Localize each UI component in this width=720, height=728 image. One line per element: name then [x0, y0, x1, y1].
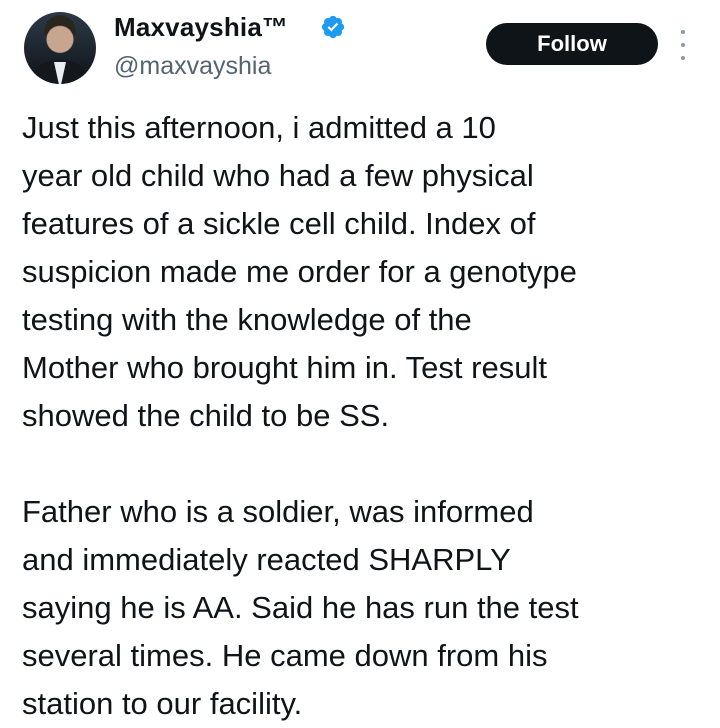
tweet-line: testing with the knowledge of the — [22, 302, 472, 337]
more-vertical-icon[interactable] — [676, 30, 690, 60]
tweet-line: year old child who had a few physical — [22, 158, 534, 193]
tweet-line: several times. He came down from his — [22, 638, 548, 673]
tweet-line: station to our facility. — [22, 686, 303, 721]
verified-check-icon — [321, 15, 345, 39]
author-handle[interactable]: @maxvayshia — [114, 52, 271, 81]
more-dot — [681, 43, 685, 47]
tweet-text: Just this afternoon, i admitted a 10 yea… — [22, 104, 702, 728]
tweet-line: features of a sickle cell child. Index o… — [22, 206, 536, 241]
tweet-line: Just this afternoon, i admitted a 10 — [22, 110, 496, 145]
tweet-line: Father who is a soldier, was informed — [22, 494, 534, 529]
tweet-line: Mother who brought him in. Test result — [22, 350, 547, 385]
more-dot — [681, 56, 685, 60]
avatar[interactable] — [24, 12, 96, 84]
tweet-header: Maxvayshia™ @maxvayshia Follow — [0, 0, 720, 100]
follow-button[interactable]: Follow — [486, 23, 658, 65]
tweet-line: saying he is AA. Said he has run the tes… — [22, 590, 579, 625]
more-dot — [681, 30, 685, 34]
author-display-name[interactable]: Maxvayshia™ — [114, 12, 288, 43]
tweet-line: and immediately reacted SHARPLY — [22, 542, 511, 577]
tweet-line: suspicion made me order for a genotype — [22, 254, 577, 289]
tweet-line: showed the child to be SS. — [22, 398, 390, 433]
